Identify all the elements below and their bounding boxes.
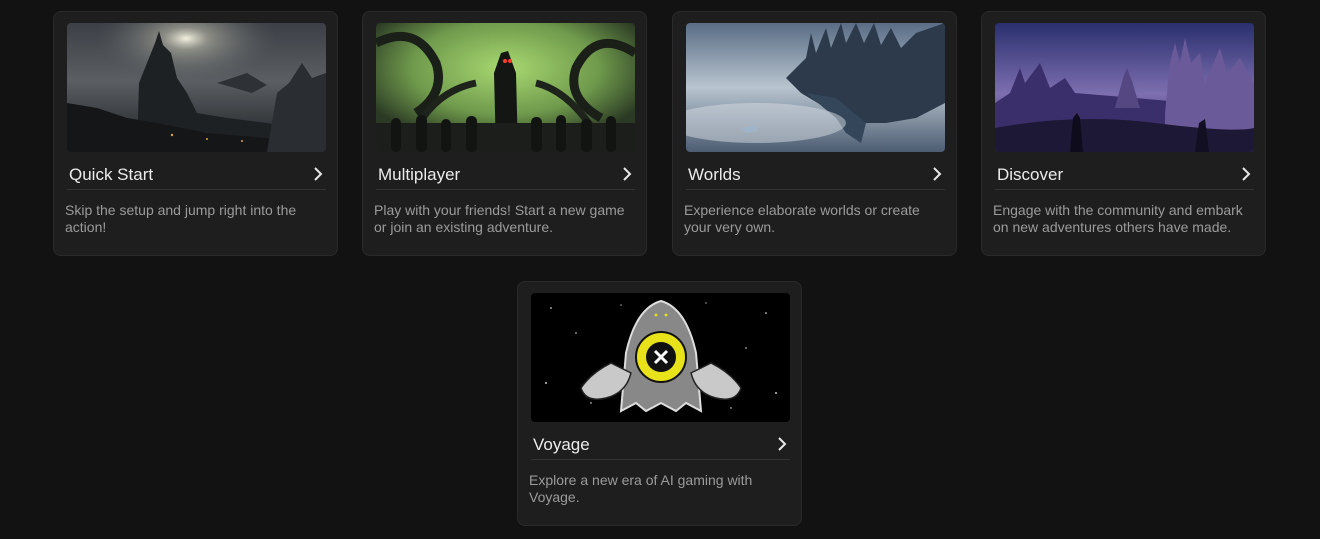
quick-start-description: Skip the setup and jump right into the a… bbox=[65, 202, 297, 235]
discover-title-row: Discover bbox=[995, 162, 1254, 190]
multiplayer-description: Play with your friends! Start a new game… bbox=[374, 202, 625, 235]
multiplayer-title: Multiplayer bbox=[378, 165, 461, 184]
discover-description: Engage with the community and embark on … bbox=[993, 202, 1243, 235]
chevron-right-icon bbox=[778, 437, 787, 451]
voyage-image bbox=[531, 293, 790, 422]
chevron-right-icon bbox=[623, 167, 632, 181]
discover-title: Discover bbox=[997, 165, 1064, 184]
worlds-image bbox=[686, 23, 945, 152]
chevron-right-icon bbox=[314, 167, 323, 181]
quick-start-title-row: Quick Start bbox=[67, 162, 326, 190]
chevron-right-icon bbox=[1242, 167, 1251, 181]
card-voyage[interactable]: Voyage Explore a new era of AI gaming wi… bbox=[517, 281, 802, 526]
voyage-title-row: Voyage bbox=[531, 432, 790, 460]
worlds-description: Experience elaborate worlds or create yo… bbox=[684, 202, 920, 235]
voyage-title: Voyage bbox=[533, 435, 590, 454]
quick-start-title: Quick Start bbox=[69, 165, 154, 184]
worlds-title-row: Worlds bbox=[686, 162, 945, 190]
voyage-description: Explore a new era of AI gaming with Voya… bbox=[529, 472, 753, 505]
multiplayer-title-row: Multiplayer bbox=[376, 162, 635, 190]
card-quick-start[interactable]: Quick Start Skip the setup and jump righ… bbox=[53, 11, 338, 256]
card-worlds[interactable]: Worlds Experience elaborate worlds or cr… bbox=[672, 11, 957, 256]
discover-image bbox=[995, 23, 1254, 152]
worlds-title: Worlds bbox=[688, 165, 741, 184]
card-discover[interactable]: Discover Engage with the community and e… bbox=[981, 11, 1266, 256]
multiplayer-image bbox=[376, 23, 635, 152]
quick-start-image bbox=[67, 23, 326, 152]
chevron-right-icon bbox=[933, 167, 942, 181]
card-multiplayer[interactable]: Multiplayer Play with your friends! Star… bbox=[362, 11, 647, 256]
